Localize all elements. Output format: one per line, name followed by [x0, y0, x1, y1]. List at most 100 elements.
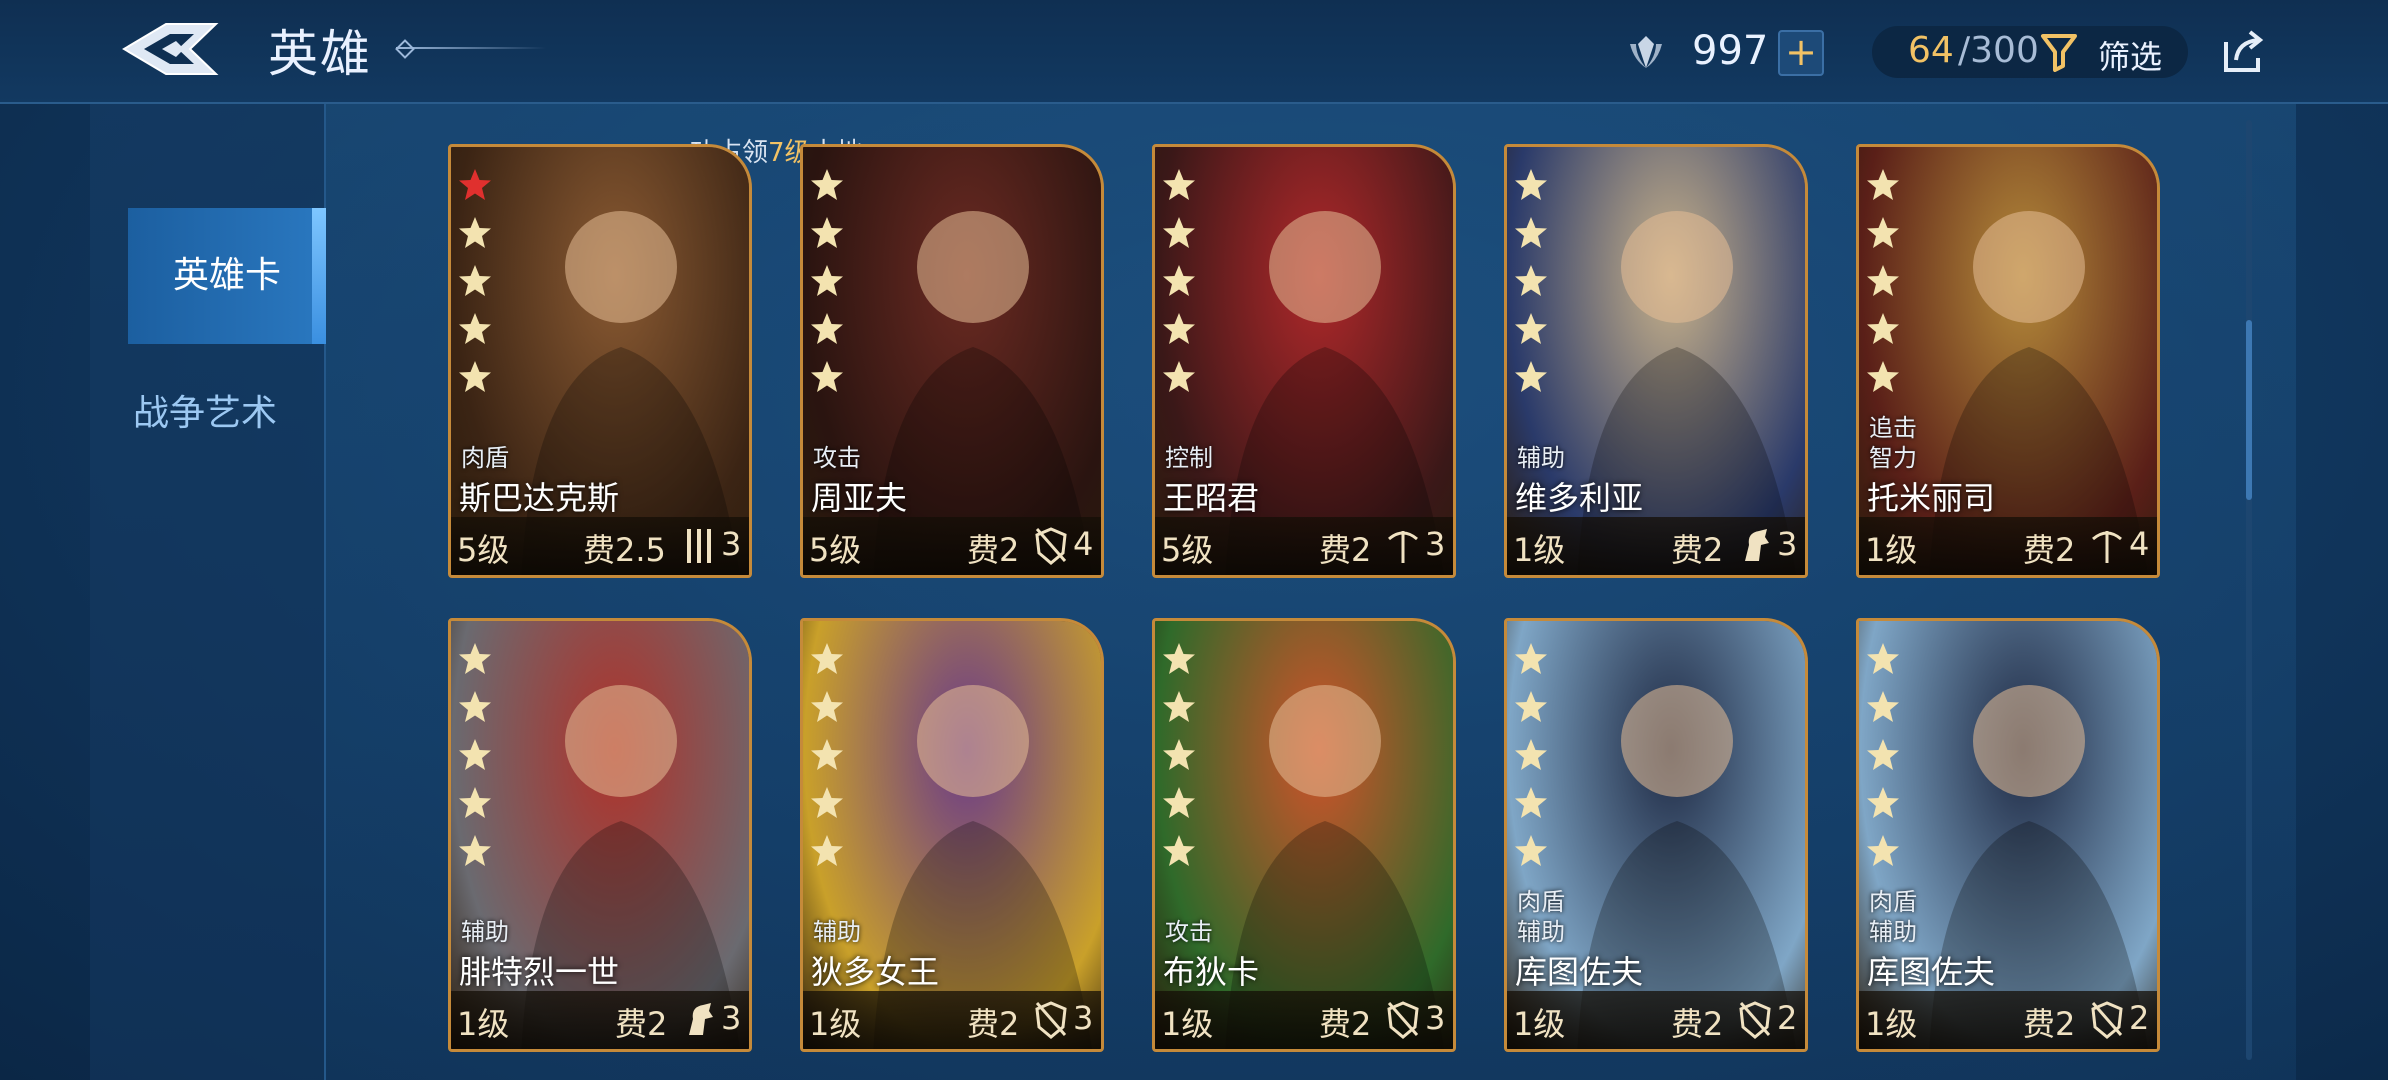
troop-count: 4 — [2129, 525, 2150, 563]
star-icon — [459, 361, 491, 392]
star-icon — [811, 361, 843, 392]
troop-count: 4 — [1073, 525, 1094, 563]
star-icon — [1515, 691, 1547, 722]
star-icon — [811, 265, 843, 296]
scrollbar-track[interactable] — [2246, 120, 2252, 1060]
hero-cost: 费2.5 — [583, 531, 666, 569]
tab-hero-cards[interactable]: 英雄卡 — [128, 208, 326, 344]
star-icon — [1163, 643, 1195, 674]
star-rating — [1513, 167, 1553, 407]
star-icon — [459, 787, 491, 818]
troop-count: 3 — [1425, 999, 1446, 1037]
troop-count: 2 — [2129, 999, 2150, 1037]
hero-role: 攻击 — [1165, 918, 1213, 946]
hero-card[interactable]: 肉盾 辅助 库图佐夫 1级 费2 2 — [1504, 618, 1808, 1052]
shield-icon — [1035, 527, 1067, 565]
hero-level: 5级 — [809, 531, 862, 569]
hero-card[interactable]: 肉盾斯巴达克斯 5级 费2.5 3 — [448, 144, 752, 578]
hero-role: 辅助 — [1517, 918, 1565, 946]
hero-level: 1级 — [457, 1005, 510, 1043]
title-divider — [396, 47, 546, 49]
add-resource-button[interactable]: + — [1778, 30, 1824, 76]
hero-role: 控制 — [1165, 444, 1213, 472]
troop-count: 2 — [1777, 999, 1798, 1037]
hero-role: 肉盾 — [1869, 888, 1917, 916]
star-rating — [1161, 167, 1201, 407]
hero-role: 辅助 — [1869, 918, 1917, 946]
hero-name: 维多利亚 — [1515, 479, 1644, 517]
hero-role: 攻击 — [813, 444, 861, 472]
star-rating — [1161, 641, 1201, 881]
troop-count: 3 — [1777, 525, 1798, 563]
hero-card[interactable]: 攻击周亚夫 5级 费2 4 — [800, 144, 1104, 578]
star-icon — [1867, 217, 1899, 248]
star-rating — [1865, 641, 1905, 881]
resource-count: 997 — [1692, 28, 1769, 74]
filter-icon[interactable] — [2040, 32, 2078, 72]
star-icon — [1163, 313, 1195, 344]
hero-role: 肉盾 — [1517, 888, 1565, 916]
star-icon — [811, 787, 843, 818]
hero-name: 狄多女王 — [811, 953, 940, 991]
hero-level: 5级 — [457, 531, 510, 569]
star-icon — [1867, 835, 1899, 866]
hero-card[interactable]: 辅助 狄多女王 1级 费2 3 — [800, 618, 1104, 1052]
hero-name: 库图佐夫 — [1515, 953, 1644, 991]
hero-cost: 费2 — [615, 1005, 668, 1043]
star-icon — [1515, 643, 1547, 674]
horse-icon — [1745, 529, 1769, 561]
star-icon — [1163, 787, 1195, 818]
hero-name: 腓特烈一世 — [459, 953, 620, 991]
scrollbar-thumb[interactable] — [2246, 320, 2252, 500]
hero-card[interactable]: 攻击 布狄卡 1级 费2 3 — [1152, 618, 1456, 1052]
laurel-crest-icon — [1630, 36, 1662, 68]
page-title: 英雄 — [268, 25, 372, 83]
hero-count-total: /300 — [1958, 30, 2039, 71]
star-icon — [459, 835, 491, 866]
back-button[interactable] — [120, 16, 220, 82]
star-icon — [811, 739, 843, 770]
star-icon — [1515, 361, 1547, 392]
troop-count: 3 — [721, 999, 742, 1037]
troop-count: 3 — [1425, 525, 1446, 563]
hero-name: 周亚夫 — [811, 479, 908, 517]
star-icon — [1867, 265, 1899, 296]
troop-count: 3 — [721, 525, 742, 563]
hero-card[interactable]: 肉盾 辅助库图佐夫 1级 费2 2 — [1856, 618, 2160, 1052]
hero-cost: 费2 — [967, 1005, 1020, 1043]
shield-icon — [1035, 1001, 1067, 1039]
share-icon[interactable] — [2218, 28, 2266, 76]
troop-count: 3 — [1073, 999, 1094, 1037]
hero-role: 辅助 — [813, 918, 861, 946]
hero-role: 肉盾 — [461, 444, 509, 472]
star-icon — [1163, 169, 1195, 200]
tab-art-of-war[interactable]: 战争艺术 — [110, 346, 300, 482]
hero-level: 1级 — [1513, 1005, 1566, 1043]
hero-level: 5级 — [1161, 531, 1214, 569]
star-icon — [811, 313, 843, 344]
hero-name: 托米丽司 — [1867, 479, 1996, 517]
hero-cost: 费2 — [2023, 1005, 2076, 1043]
hero-name: 库图佐夫 — [1867, 953, 1996, 991]
star-icon — [1163, 361, 1195, 392]
hero-level: 1级 — [1865, 1005, 1918, 1043]
star-rating — [809, 167, 849, 407]
hero-card[interactable]: 辅助 腓特烈一世 1级 费2 3 — [448, 618, 752, 1052]
star-icon — [1515, 835, 1547, 866]
hero-level: 1级 — [1161, 1005, 1214, 1043]
hero-name: 斯巴达克斯 — [459, 479, 620, 517]
star-icon — [1867, 361, 1899, 392]
star-rating — [457, 167, 497, 407]
hero-level: 1级 — [1865, 531, 1918, 569]
star-icon — [1867, 691, 1899, 722]
hero-card[interactable]: 辅助 维多利亚 1级 费2 3 — [1504, 144, 1808, 578]
hero-card[interactable]: 追击 智力 托米丽司 1级 费2 4 — [1856, 144, 2160, 578]
filter-button[interactable]: 筛选 — [2098, 32, 2162, 78]
star-icon — [1867, 313, 1899, 344]
star-icon — [1163, 265, 1195, 296]
hero-cost: 费2 — [967, 531, 1020, 569]
shield-icon — [1387, 1001, 1419, 1039]
hero-cost: 费2 — [1319, 531, 1372, 569]
star-icon — [459, 739, 491, 770]
hero-card[interactable]: 控制 王昭君 5级 费2 3 — [1152, 144, 1456, 578]
